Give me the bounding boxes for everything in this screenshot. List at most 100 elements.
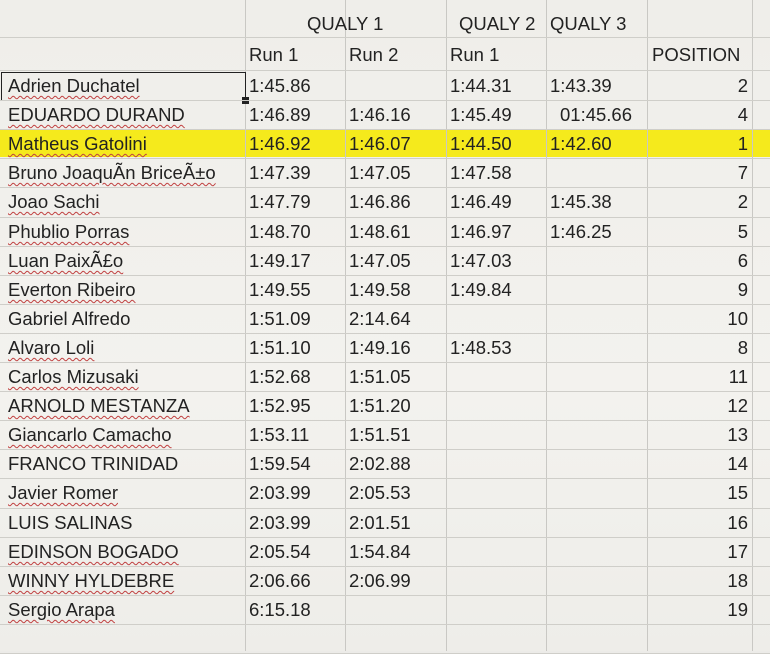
cell-q1-run1[interactable]: 6:15.18 [249,596,311,624]
cell-q1-run2[interactable]: 1:48.61 [349,218,411,246]
cell-q1-run1[interactable]: 1:45.86 [249,72,311,100]
cell-q1-run2[interactable]: 2:14.64 [349,305,411,333]
cell-q2-run1[interactable]: 1:46.97 [450,218,512,246]
cell-position[interactable]: 10 [650,305,748,333]
cell-position[interactable]: 15 [650,479,748,507]
row-name[interactable]: EDUARDO DURAND [8,101,185,129]
row-name[interactable]: Matheus Gatolini [8,130,147,158]
grid-line [446,0,447,651]
cell-position[interactable]: 1 [650,130,748,158]
cell-q1-run2[interactable]: 1:46.07 [349,130,411,158]
cell-q1-run2[interactable]: 1:46.16 [349,101,411,129]
cell-q1-run2[interactable]: 1:49.58 [349,276,411,304]
row-name[interactable]: ARNOLD MESTANZA [8,392,190,420]
cell-q1-run2[interactable]: 2:01.51 [349,509,411,537]
cell-q1-run1[interactable]: 1:49.55 [249,276,311,304]
row-name[interactable]: Bruno JoaquÃn BriceÃ±o [8,159,216,187]
cell-q1-run1[interactable]: 1:53.11 [249,421,309,449]
header-run2[interactable]: Run 2 [349,41,398,69]
cell-q1-run2[interactable]: 1:51.05 [349,363,411,391]
row-name[interactable]: EDINSON BOGADO [8,538,179,566]
cell-q1-run1[interactable]: 1:47.79 [249,188,311,216]
cell-q1-run1[interactable]: 1:52.68 [249,363,311,391]
grid-line [0,37,770,38]
row-name[interactable]: Sergio Arapa [8,596,115,624]
row-name[interactable]: Adrien Duchatel [8,72,140,100]
cell-position[interactable]: 8 [650,334,748,362]
row-name[interactable]: Luan PaixÃ£o [8,247,123,275]
row-name[interactable]: FRANCO TRINIDAD [8,450,178,478]
header-run1[interactable]: Run 1 [249,41,298,69]
cell-q1-run2[interactable]: 1:54.84 [349,538,411,566]
cell-position[interactable]: 2 [650,72,748,100]
row-name[interactable]: WINNY HYLDEBRE [8,567,174,595]
cell-q1-run2[interactable]: 1:47.05 [349,159,411,187]
cell-q2-run1[interactable]: 1:44.50 [450,130,512,158]
cell-position[interactable]: 9 [650,276,748,304]
header-q2-run1[interactable]: Run 1 [450,41,499,69]
cell-position[interactable]: 19 [650,596,748,624]
cell-position[interactable]: 17 [650,538,748,566]
cell-q1-run2[interactable]: 2:06.99 [349,567,411,595]
cell-q2-run1[interactable]: 1:47.03 [450,247,512,275]
cell-position[interactable]: 11 [650,363,748,391]
row-name[interactable]: LUIS SALINAS [8,509,132,537]
grid-line [546,0,547,651]
cell-position[interactable]: 2 [650,188,748,216]
row-name[interactable]: Joao Sachi [8,188,100,216]
row-name[interactable]: Carlos Mizusaki [8,363,139,391]
row-name[interactable]: Phublio Porras [8,218,129,246]
cell-q2-run1[interactable]: 1:46.49 [450,188,512,216]
cell-position[interactable]: 5 [650,218,748,246]
cell-position[interactable]: 14 [650,450,748,478]
cell-q1-run2[interactable]: 1:47.05 [349,247,411,275]
cell-q3[interactable]: 1:46.25 [550,218,612,246]
row-name[interactable]: Giancarlo Camacho [8,421,172,449]
cell-q1-run1[interactable]: 2:03.99 [249,479,311,507]
cell-position[interactable]: 13 [650,421,748,449]
cell-position[interactable]: 4 [650,101,748,129]
cell-position[interactable]: 18 [650,567,748,595]
cell-q1-run1[interactable]: 1:59.54 [249,450,311,478]
cell-q1-run1[interactable]: 2:06.66 [249,567,311,595]
cell-position[interactable]: 16 [650,509,748,537]
row-name[interactable]: Alvaro Loli [8,334,94,362]
cell-q1-run1[interactable]: 1:48.70 [249,218,311,246]
row-name[interactable]: Everton Ribeiro [8,276,136,304]
cell-q3[interactable]: 01:45.66 [560,101,632,129]
header-position[interactable]: POSITION [652,41,740,69]
cell-q1-run2[interactable]: 1:51.20 [349,392,411,420]
cell-q1-run1[interactable]: 2:03.99 [249,509,311,537]
grid-line [752,0,753,651]
cell-q1-run1[interactable]: 2:05.54 [249,538,311,566]
cell-position[interactable]: 12 [650,392,748,420]
cell-q2-run1[interactable]: 1:44.31 [450,72,512,100]
row-name[interactable]: Gabriel Alfredo [8,305,130,333]
cell-q3[interactable]: 1:45.38 [550,188,612,216]
cell-q1-run2[interactable]: 2:02.88 [349,450,411,478]
header-qualy1[interactable]: QUALY 1 [307,10,383,38]
cell-q1-run1[interactable]: 1:51.09 [249,305,311,333]
cell-q3[interactable]: 1:43.39 [550,72,612,100]
cell-q1-run1[interactable]: 1:49.17 [249,247,311,275]
cell-q2-run1[interactable]: 1:47.58 [450,159,512,187]
cell-q2-run1[interactable]: 1:45.49 [450,101,512,129]
cell-q1-run2[interactable]: 2:05.53 [349,479,411,507]
cell-position[interactable]: 6 [650,247,748,275]
grid-line [0,70,770,71]
cell-q1-run1[interactable]: 1:52.95 [249,392,311,420]
cell-q1-run2[interactable]: 1:46.86 [349,188,411,216]
cell-q1-run1[interactable]: 1:46.89 [249,101,311,129]
cell-q1-run2[interactable]: 1:49.16 [349,334,411,362]
cell-q1-run1[interactable]: 1:47.39 [249,159,311,187]
cell-q1-run1[interactable]: 1:46.92 [249,130,311,158]
cell-q1-run2[interactable]: 1:51.51 [349,421,411,449]
cell-q3[interactable]: 1:42.60 [550,130,612,158]
cell-position[interactable]: 7 [650,159,748,187]
cell-q2-run1[interactable]: 1:49.84 [450,276,512,304]
cell-q1-run1[interactable]: 1:51.10 [249,334,311,362]
cell-q2-run1[interactable]: 1:48.53 [450,334,512,362]
header-qualy3[interactable]: QUALY 3 [550,10,626,38]
header-qualy2[interactable]: QUALY 2 [459,10,535,38]
row-name[interactable]: Javier Romer [8,479,118,507]
